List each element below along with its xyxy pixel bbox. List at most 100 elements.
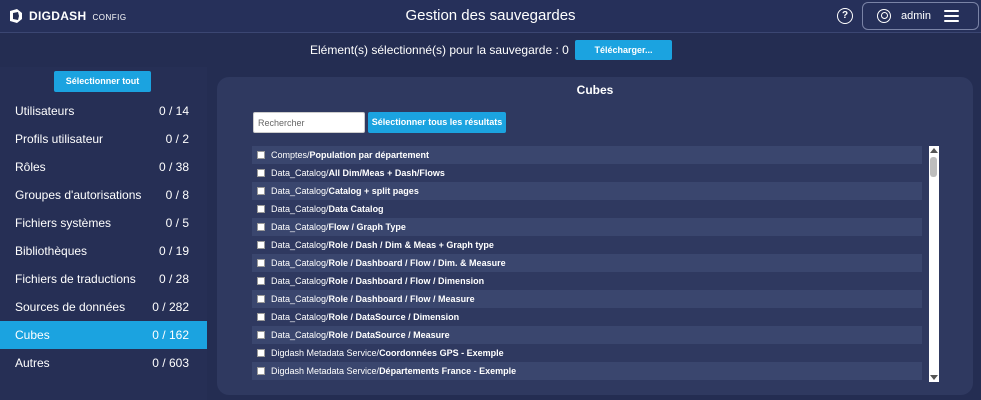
cube-checkbox[interactable]	[257, 151, 265, 159]
cube-path: Data_Catalog/	[271, 294, 329, 304]
sidebar-item-count: 0 / 282	[152, 300, 189, 314]
cube-checkbox[interactable]	[257, 241, 265, 249]
cube-row[interactable]: Data_Catalog/Role / Dash / Dim & Meas + …	[252, 236, 922, 254]
sidebar-item-count: 0 / 14	[158, 104, 189, 118]
cube-label: Comptes/Population par département	[271, 150, 429, 160]
cube-row[interactable]: Data_Catalog/Catalog + split pages	[252, 182, 922, 200]
select-all-results-button[interactable]: Sélectionner tous les résultats	[368, 112, 506, 133]
sidebar-item[interactable]: Utilisateurs 0 / 14	[0, 97, 207, 125]
cube-checkbox[interactable]	[257, 277, 265, 285]
cube-list: Comptes/Population par département Data_C…	[252, 146, 922, 382]
cube-checkbox[interactable]	[257, 295, 265, 303]
cube-name: Population par département	[309, 150, 430, 160]
sidebar-item[interactable]: Sources de données 0 / 282	[0, 293, 207, 321]
sidebar-item[interactable]: Autres 0 / 603	[0, 349, 207, 377]
select-all-button[interactable]: Sélectionner tout	[54, 71, 151, 92]
sidebar-item-count: 0 / 19	[158, 244, 189, 258]
cube-row[interactable]: Data_Catalog/Role / DataSource / Measure	[252, 326, 922, 344]
sidebar-item-label: Fichiers de traductions	[15, 272, 136, 286]
cube-row[interactable]: Data_Catalog/Data Catalog	[252, 200, 922, 218]
cube-name: Flow / Graph Type	[328, 222, 406, 232]
cube-path: Comptes/	[271, 150, 310, 160]
cube-label: Data_Catalog/Data Catalog	[271, 204, 384, 214]
sidebar-item-label: Bibliothèques	[15, 244, 88, 258]
sidebar-item-count: 0 / 38	[158, 160, 189, 174]
sidebar-item-count: 0 / 5	[165, 216, 189, 230]
cube-label: Data_Catalog/Role / Dashboard / Flow / M…	[271, 294, 475, 304]
cube-path: Digdash Metadata Service/	[271, 348, 380, 358]
category-sidebar: Sélectionner tout Utilisateurs 0 / 14 Prof…	[0, 67, 207, 400]
cube-name: Role / DataSource / Dimension	[328, 312, 460, 322]
cube-label: Data_Catalog/Role / Dashboard / Flow / D…	[271, 258, 506, 268]
search-input[interactable]	[253, 112, 365, 133]
sidebar-item-count: 0 / 28	[158, 272, 189, 286]
cube-row[interactable]: Data_Catalog/Role / Dashboard / Flow / M…	[252, 290, 922, 308]
cube-row[interactable]: Data_Catalog/Role / DataSource / Dimensi…	[252, 308, 922, 326]
scrollbar-thumb[interactable]	[930, 157, 937, 177]
cube-path: Data_Catalog/	[271, 240, 329, 250]
cube-row[interactable]: Data_Catalog/Role / Dashboard / Flow / D…	[252, 254, 922, 272]
cube-label: Data_Catalog/All Dim/Meas + Dash/Flows	[271, 168, 445, 178]
help-icon[interactable]: ?	[837, 8, 853, 24]
cube-name: Role / Dashboard / Flow / Dim. & Measure	[328, 258, 506, 268]
sidebar-item-label: Sources de données	[15, 300, 126, 314]
sidebar-item[interactable]: Fichiers de traductions 0 / 28	[0, 265, 207, 293]
hamburger-menu-icon[interactable]	[944, 10, 959, 22]
cube-checkbox[interactable]	[257, 259, 265, 267]
top-bar: DIGDASH CONFIG Gestion des sauvegardes ?…	[0, 0, 981, 33]
cube-checkbox[interactable]	[257, 331, 265, 339]
cube-checkbox[interactable]	[257, 367, 265, 375]
cube-checkbox[interactable]	[257, 223, 265, 231]
sidebar-item-label: Rôles	[15, 160, 46, 174]
cube-name: Data Catalog	[328, 204, 384, 214]
cube-name: Départements France - Exemple	[379, 366, 517, 376]
sidebar-item[interactable]: Cubes 0 / 162	[0, 321, 207, 349]
selection-count-text: Elément(s) sélectionné(s) pour la sauveg…	[310, 43, 569, 57]
cube-path: Data_Catalog/	[271, 330, 329, 340]
cube-name: Catalog + split pages	[328, 186, 419, 196]
sidebar-item-label: Fichiers systèmes	[15, 216, 112, 230]
sidebar-item-count: 0 / 2	[165, 132, 189, 146]
cube-checkbox[interactable]	[257, 169, 265, 177]
cube-checkbox[interactable]	[257, 313, 265, 321]
cube-row[interactable]: Digdash Metadata Service/Départements Fr…	[252, 362, 922, 380]
cube-checkbox[interactable]	[257, 187, 265, 195]
cube-row[interactable]: Data_Catalog/All Dim/Meas + Dash/Flows	[252, 164, 922, 182]
cube-path: Data_Catalog/	[271, 186, 329, 196]
cube-label: Data_Catalog/Flow / Graph Type	[271, 222, 406, 232]
cube-row[interactable]: Data_Catalog/Flow / Graph Type	[252, 218, 922, 236]
sidebar-item-label: Groupes d'autorisations	[15, 188, 142, 202]
sidebar-item[interactable]: Fichiers systèmes 0 / 5	[0, 209, 207, 237]
cube-name: All Dim/Meas + Dash/Flows	[328, 168, 445, 178]
cube-label: Digdash Metadata Service/Départements Fr…	[271, 366, 516, 376]
sidebar-item-label: Cubes	[15, 328, 50, 342]
cube-path: Data_Catalog/	[271, 168, 329, 178]
cube-row[interactable]: Data_Catalog/Role / Dashboard / Flow / D…	[252, 272, 922, 290]
cube-path: Digdash Metadata Service/	[271, 366, 380, 376]
cube-name: Coordonnées GPS - Exemple	[379, 348, 504, 358]
cube-label: Data_Catalog/Role / DataSource / Measure	[271, 330, 450, 340]
sidebar-item-count: 0 / 162	[152, 328, 189, 342]
sidebar-item[interactable]: Rôles 0 / 38	[0, 153, 207, 181]
sidebar-item[interactable]: Bibliothèques 0 / 19	[0, 237, 207, 265]
sidebar-item-label: Profils utilisateur	[15, 132, 104, 146]
cube-name: Role / Dash / Dim & Meas + Graph type	[328, 240, 494, 250]
cube-row[interactable]: Comptes/Population par département	[252, 146, 922, 164]
cube-label: Data_Catalog/Role / Dash / Dim & Meas + …	[271, 240, 494, 250]
cube-name: Role / DataSource / Measure	[328, 330, 450, 340]
user-menu-button[interactable]: admin	[862, 2, 979, 30]
sidebar-item[interactable]: Profils utilisateur 0 / 2	[0, 125, 207, 153]
scroll-down-arrow-icon[interactable]	[930, 375, 938, 380]
category-list: Utilisateurs 0 / 14 Profils utilisateur 0 /…	[0, 97, 207, 377]
sidebar-item-label: Autres	[15, 356, 50, 370]
cube-label: Data_Catalog/Catalog + split pages	[271, 186, 419, 196]
cube-row[interactable]: Digdash Metadata Service/Coordonnées GPS…	[252, 344, 922, 362]
cube-label: Digdash Metadata Service/Coordonnées GPS…	[271, 348, 504, 358]
download-button[interactable]: Télécharger...	[575, 40, 672, 60]
cube-checkbox[interactable]	[257, 205, 265, 213]
scroll-up-arrow-icon[interactable]	[930, 148, 938, 153]
sidebar-item[interactable]: Groupes d'autorisations 0 / 8	[0, 181, 207, 209]
cube-path: Data_Catalog/	[271, 276, 329, 286]
results-scrollbar[interactable]	[929, 146, 939, 382]
cube-checkbox[interactable]	[257, 349, 265, 357]
